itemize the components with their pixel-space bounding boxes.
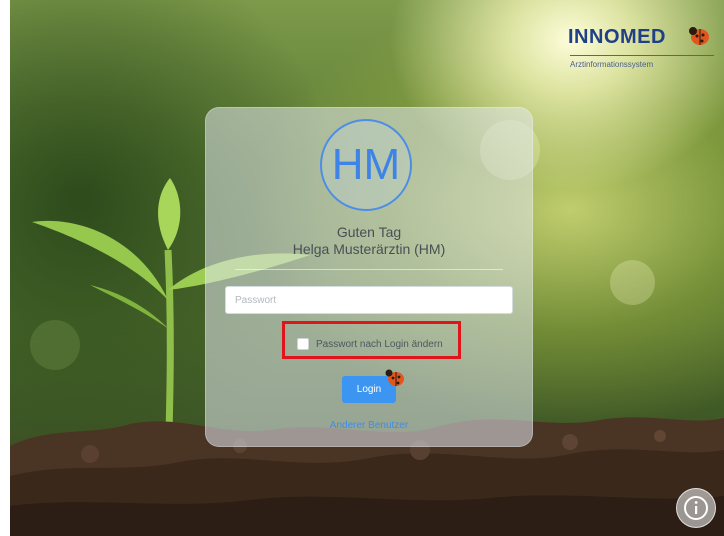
divider	[235, 269, 503, 270]
change-password-checkbox[interactable]	[297, 338, 309, 350]
login-card: HM Guten Tag Helga Musterärztin (HM) Pas…	[205, 107, 533, 447]
user-name: Helga Musterärztin (HM)	[292, 241, 446, 257]
other-user-link[interactable]: Anderer Benutzer	[205, 420, 533, 431]
password-input[interactable]	[225, 286, 513, 314]
brand-header: INNOMED Arztinformationssystem	[560, 22, 720, 82]
change-password-option[interactable]: Passwort nach Login ändern	[297, 337, 443, 351]
login-screen: INNOMED Arztinformationssystem HM Guten …	[0, 0, 724, 536]
change-password-label: Passwort nach Login ändern	[316, 338, 443, 350]
brand-tagline: Arztinformationssystem	[570, 60, 654, 69]
brand-underline	[570, 55, 714, 56]
user-avatar: HM	[320, 119, 412, 211]
info-icon	[684, 496, 708, 520]
greeting-text: Guten Tag	[336, 224, 402, 240]
ladybug-icon	[385, 369, 404, 386]
brand-name: INNOMED	[568, 26, 666, 48]
ladybug-icon	[689, 27, 709, 45]
info-button[interactable]	[676, 488, 716, 528]
